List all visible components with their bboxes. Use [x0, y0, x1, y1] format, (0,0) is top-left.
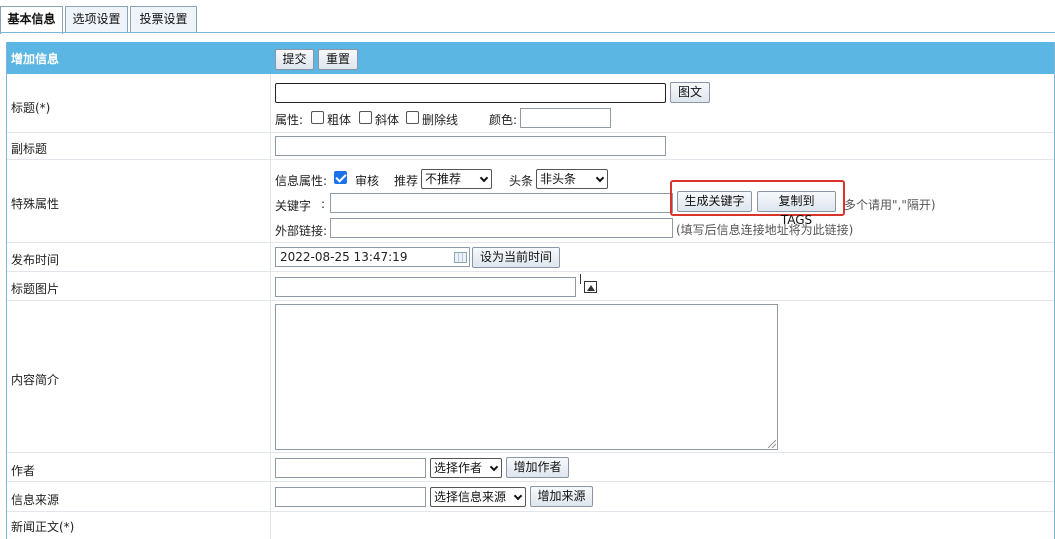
chevron-down-icon — [513, 491, 523, 501]
chevron-down-icon — [489, 462, 499, 472]
headline-select-value: 非头条 — [540, 172, 577, 186]
submit-button[interactable]: 提交 — [275, 49, 314, 70]
special-attributes-row: 特殊属性 信息属性: 审核 推荐 不推荐 头条 非头条 关键字 : 生成关键字 … — [7, 160, 1054, 243]
keywords-input[interactable] — [330, 193, 673, 213]
title-label: 标题(*) — [11, 101, 51, 115]
publish-time-row: 发布时间 设为当前时间 — [7, 243, 1054, 272]
form-header: 增加信息 提交 重置 — [7, 42, 1054, 74]
color-input[interactable] — [520, 108, 611, 128]
author-select[interactable]: 选择作者 — [430, 458, 502, 478]
publish-time-label: 发布时间 — [11, 253, 60, 267]
headline-label: 头条 — [509, 174, 534, 188]
summary-row: 内容简介 — [7, 301, 1054, 453]
source-select[interactable]: 选择信息来源 — [430, 487, 526, 507]
chevron-down-icon — [479, 173, 489, 183]
chevron-down-icon — [595, 173, 605, 183]
source-row: 信息来源 选择信息来源 增加来源 — [7, 482, 1054, 512]
source-label: 信息来源 — [11, 493, 60, 507]
keywords-label: 关键字 — [275, 199, 312, 213]
keywords-note: 多个请用","隔开) — [844, 198, 936, 212]
subtitle-row: 副标题 — [7, 133, 1054, 160]
attr-label: 属性: — [275, 113, 304, 127]
strikethrough-checkbox[interactable] — [406, 111, 419, 124]
author-select-value: 选择作者 — [434, 461, 483, 475]
title-row: 标题(*) 图文 属性: 粗体 斜体 删除线 颜色: — [7, 74, 1054, 133]
title-image-label: 标题图片 — [11, 282, 60, 296]
recommend-select[interactable]: 不推荐 — [421, 169, 492, 189]
headline-select[interactable]: 非头条 — [536, 169, 608, 189]
recommend-label: 推荐 — [394, 174, 419, 188]
copy-to-tags-button[interactable]: 复制到TAGS — [757, 191, 836, 227]
recommend-select-value: 不推荐 — [425, 172, 462, 186]
summary-label: 内容简介 — [11, 373, 60, 387]
keywords-colon: : — [321, 197, 326, 211]
body-label: 新闻正文(*) — [11, 520, 75, 534]
title-input[interactable] — [275, 83, 666, 103]
title-image-input[interactable] — [275, 277, 576, 297]
strikethrough-label: 删除线 — [422, 113, 459, 127]
subtitle-label: 副标题 — [11, 142, 48, 156]
summary-textarea[interactable] — [275, 304, 778, 450]
resize-handle-icon[interactable] — [768, 440, 776, 448]
tab-basic-info[interactable]: 基本信息 — [0, 6, 63, 34]
generate-keywords-button[interactable]: 生成关键字 — [677, 191, 752, 212]
title-image-row: 标题图片 — [7, 272, 1054, 301]
image-picker-icon[interactable] — [584, 281, 597, 293]
external-link-note: (填写后信息连接地址将为此链接) — [676, 223, 854, 237]
review-checkbox[interactable] — [334, 171, 347, 184]
subtitle-input[interactable] — [275, 136, 666, 156]
tab-option-settings[interactable]: 选项设置 — [65, 6, 128, 33]
special-attributes-label: 特殊属性 — [11, 197, 60, 211]
info-attr-label: 信息属性: — [275, 174, 328, 188]
source-select-value: 选择信息来源 — [434, 490, 507, 504]
italic-checkbox[interactable] — [359, 111, 372, 124]
author-input[interactable] — [275, 458, 426, 478]
set-current-time-button[interactable]: 设为当前时间 — [472, 247, 560, 268]
color-label: 颜色: — [489, 113, 518, 127]
bold-checkbox[interactable] — [311, 111, 324, 124]
tab-bar: 基本信息 选项设置 投票设置 — [0, 6, 1055, 34]
review-label: 审核 — [355, 174, 380, 188]
add-info-form: 增加信息 提交 重置 标题(*) 图文 属性: 粗体 斜体 删除线 颜色: 副标… — [6, 42, 1055, 539]
add-author-button[interactable]: 增加作者 — [506, 457, 569, 478]
reset-button[interactable]: 重置 — [318, 49, 358, 70]
image-picker-icon-stem — [580, 274, 581, 284]
italic-label: 斜体 — [375, 113, 400, 127]
tab-vote-settings[interactable]: 投票设置 — [130, 6, 197, 33]
body-row: 新闻正文(*) — [7, 512, 1054, 539]
tab-divider — [0, 32, 1055, 33]
calendar-icon[interactable] — [454, 252, 467, 263]
author-label: 作者 — [11, 464, 36, 478]
form-title: 增加信息 — [11, 52, 60, 66]
add-source-button[interactable]: 增加来源 — [530, 486, 593, 507]
external-link-input[interactable] — [330, 218, 673, 238]
external-link-label: 外部链接: — [275, 224, 328, 238]
source-input[interactable] — [275, 487, 426, 507]
author-row: 作者 选择作者 增加作者 — [7, 453, 1054, 482]
publish-time-input[interactable] — [275, 247, 470, 267]
bold-label: 粗体 — [327, 113, 352, 127]
pic-text-button[interactable]: 图文 — [670, 82, 710, 103]
